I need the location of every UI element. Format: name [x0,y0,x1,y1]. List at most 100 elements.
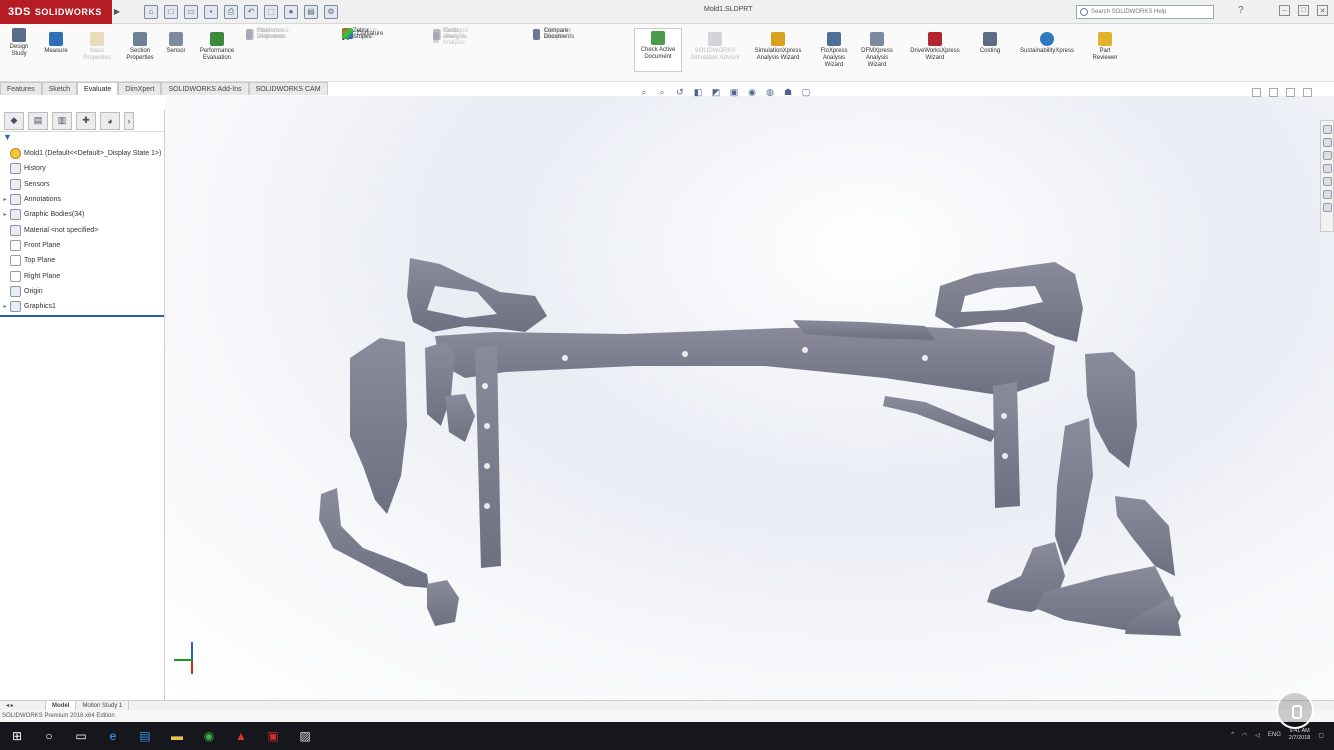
floxpress-button[interactable]: FloXpress Analysis Wizard [814,32,854,69]
menu-expand-arrow[interactable]: ▶ [112,0,122,24]
tab-features[interactable]: Features [0,82,42,95]
previous-view-icon[interactable]: ↺ [674,86,686,98]
notifications-icon[interactable]: ▢ [1318,732,1324,739]
viewport-minimize-button[interactable] [1252,88,1261,97]
tab-evaluate[interactable]: Evaluate [77,82,119,95]
new-document-icon[interactable]: □ [164,4,178,19]
costing-button[interactable]: Costing [974,32,1006,55]
task-view-icon[interactable]: ▭ [70,725,92,747]
hole-alignment-button[interactable]: Hole Alignment [246,28,288,40]
mass-properties-button[interactable]: Mass Properties [78,32,116,62]
windows-start-icon[interactable]: ⊞ [6,725,28,747]
solidworks-resources-icon[interactable] [1322,125,1332,134]
solidworks-logo[interactable]: 3DS SOLIDWORKS [0,0,112,24]
displaymanager-tab-icon[interactable]: ◕ [100,111,120,130]
zoom-to-fit-icon[interactable]: ⌕ [638,86,650,98]
apply-scene-icon[interactable]: ☗ [782,86,794,98]
performance-evaluation-button[interactable]: Performance Evaluation [194,32,240,62]
store-icon[interactable]: ▤ [134,725,156,747]
clock[interactable]: 9:41 AM 2/7/2018 [1289,728,1310,742]
compare-documents-button[interactable]: Compare Documents [533,28,578,40]
expand-arrow-icon[interactable]: ▸ [0,196,10,203]
rollback-bar[interactable] [0,315,164,318]
tree-item-top-plane[interactable]: Top Plane [0,253,164,268]
parting-line-analysis-button[interactable]: Parting Line Analysis [433,28,470,46]
sustainabilityxpress-button[interactable]: SustainabilityXpress [1010,32,1084,55]
tab-model[interactable]: Model [46,700,77,711]
select-icon[interactable]: ⬚ [264,4,278,19]
filter-icon[interactable]: ▼ [0,132,164,146]
minimize-button[interactable]: – [1279,5,1290,16]
tab-addins[interactable]: SOLIDWORKS Add-Ins [161,82,249,95]
options-icon[interactable]: ⚙ [324,4,338,19]
simulationxpress-button[interactable]: SimulationXpress Analysis Wizard [748,32,808,62]
acrobat-icon[interactable]: ▲ [230,725,252,747]
file-properties-icon[interactable]: ▤ [304,4,318,19]
part-reviewer-button[interactable]: Part Reviewer [1088,32,1122,62]
check-active-document-button[interactable]: Check Active Document [634,28,682,72]
viewport-close-button[interactable] [1303,88,1312,97]
driveworksxpress-button[interactable]: DriveWorksXpress Wizard [902,32,968,62]
viewport-restore-button[interactable] [1269,88,1278,97]
language-indicator[interactable]: ENG [1268,732,1281,738]
display-style-icon[interactable]: ▣ [728,86,740,98]
expand-arrow-icon[interactable]: ▸ [0,211,10,218]
open-icon[interactable]: ▭ [184,4,198,19]
tray-arrow-icon[interactable]: ^ [1231,732,1234,738]
measure-button[interactable]: Measure [38,32,74,55]
section-properties-button[interactable]: Section Properties [120,32,160,62]
tree-item-origin[interactable]: Origin [0,284,164,299]
tab-nav-arrows[interactable]: ◂ ▸ [0,700,46,711]
expand-arrow-icon[interactable]: ▸ [0,303,10,310]
appearances-icon[interactable] [1322,177,1332,186]
configurationmanager-tab-icon[interactable]: ▥ [52,111,72,130]
simulation-advisor-button[interactable]: SOLIDWORKS Simulation Advisor [688,32,742,62]
file-explorer-taskbar-icon[interactable]: ▬ [166,725,188,747]
maximize-button[interactable]: □ [1298,5,1309,16]
file-explorer-icon[interactable] [1322,151,1332,160]
tab-sketch[interactable]: Sketch [41,82,78,95]
graphics-viewport[interactable] [165,96,1334,700]
more-tabs-arrow-icon[interactable]: › [124,111,134,130]
hide-show-items-icon[interactable]: ◉ [746,86,758,98]
view-settings-icon[interactable]: ▢ [800,86,812,98]
network-icon[interactable]: ◠ [1242,732,1247,739]
save-icon[interactable]: ▪ [204,4,218,19]
tree-item-history[interactable]: History [0,161,164,176]
tree-item-material[interactable]: Material <not specified> [0,222,164,237]
undo-icon[interactable]: ↶ [244,4,258,19]
tree-item-annotations[interactable]: ▸ Annotations [0,192,164,207]
custom-properties-icon[interactable] [1322,190,1332,199]
home-icon[interactable]: ⌂ [144,4,158,19]
curvature-button[interactable]: Curvature [342,28,383,39]
rebuild-icon[interactable]: ● [284,4,298,19]
solidworks-taskbar-icon[interactable]: ▣ [262,725,284,747]
zoom-to-area-icon[interactable]: ⌕ [656,86,668,98]
propertymanager-tab-icon[interactable]: ▤ [28,111,48,130]
tab-motion-study[interactable]: Motion Study 1 [76,700,130,711]
dimxpertmanager-tab-icon[interactable]: ✚ [76,111,96,130]
edge-icon[interactable]: e [102,725,124,747]
tree-root[interactable]: Mold1 (Default<<Default>_Display State 1… [0,146,164,161]
close-button[interactable]: ✕ [1317,5,1328,16]
view-orientation-icon[interactable]: ◩ [710,86,722,98]
tree-item-front-plane[interactable]: Front Plane [0,238,164,253]
tree-item-graphics1[interactable]: ▸ Graphics1 [0,299,164,314]
tree-item-graphic-bodies[interactable]: ▸ Graphic Bodies(34) [0,207,164,222]
tree-item-right-plane[interactable]: Right Plane [0,268,164,283]
tab-dimxpert[interactable]: DimXpert [118,82,162,95]
edit-appearance-icon[interactable]: ◍ [764,86,776,98]
tree-item-sensors[interactable]: Sensors [0,177,164,192]
help-icon[interactable]: ? [1238,5,1244,16]
dfmxpress-button[interactable]: DFMXpress Analysis Wizard [856,32,898,69]
viewport-maximize-button[interactable] [1286,88,1295,97]
chrome-icon[interactable]: ◉ [198,725,220,747]
search-help-input[interactable]: Search SOLIDWORKS Help [1076,5,1214,19]
featuremanager-tab-icon[interactable]: ◆ [4,111,24,130]
view-palette-icon[interactable] [1322,164,1332,173]
design-library-icon[interactable] [1322,138,1332,147]
forum-icon[interactable] [1322,203,1332,212]
tab-cam[interactable]: SOLIDWORKS CAM [248,82,328,95]
volume-icon[interactable]: ◁ [1255,732,1260,739]
design-study-button[interactable]: Design Study [4,28,34,58]
